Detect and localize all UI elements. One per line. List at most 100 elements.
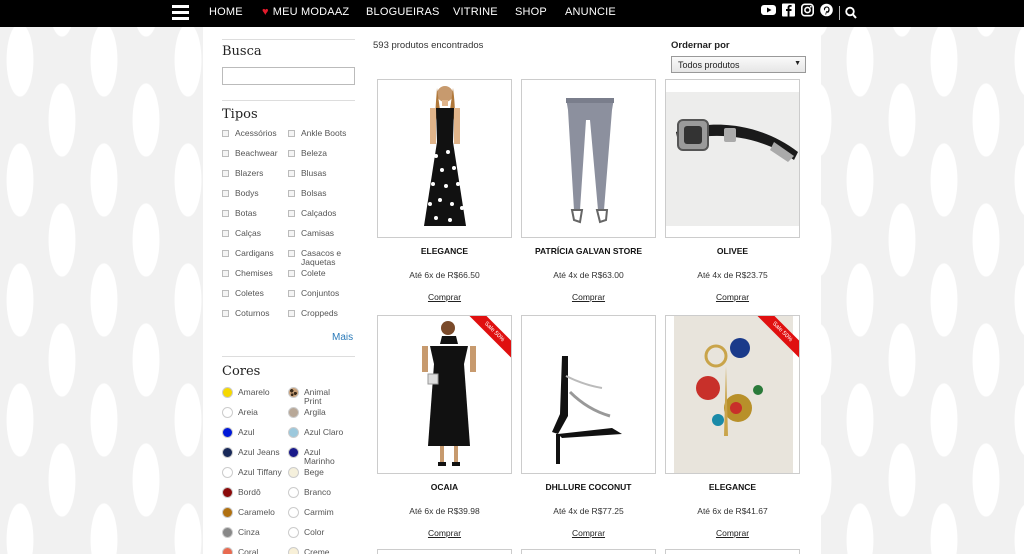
color-swatch[interactable] <box>222 467 233 478</box>
mais-link[interactable]: Mais <box>332 332 353 343</box>
color-swatch[interactable] <box>288 507 299 518</box>
checkbox[interactable] <box>288 190 295 197</box>
comprar-link[interactable]: Comprar <box>665 528 800 538</box>
nav-home[interactable]: HOME <box>209 6 243 18</box>
checkbox[interactable] <box>222 230 229 237</box>
tipo-label: Calças <box>235 228 261 238</box>
tipo-label: Croppeds <box>301 308 338 318</box>
color-label: Amarelo <box>238 387 270 397</box>
nav-vitrine[interactable]: VITRINE <box>453 6 498 18</box>
divider <box>222 356 355 357</box>
checkbox[interactable] <box>288 210 295 217</box>
product-image[interactable] <box>665 79 800 238</box>
product-image[interactable] <box>521 315 656 474</box>
product-image[interactable] <box>377 79 512 238</box>
color-label: Azul <box>238 427 255 437</box>
facebook-icon[interactable] <box>782 3 795 17</box>
color-label: Bege <box>304 467 324 477</box>
checkbox[interactable] <box>222 130 229 137</box>
color-swatch[interactable] <box>222 487 233 498</box>
sort-select[interactable]: Todos produtos ▼ <box>671 56 806 73</box>
checkbox[interactable] <box>222 150 229 157</box>
color-label: Areia <box>238 407 258 417</box>
checkbox[interactable] <box>288 270 295 277</box>
checkbox[interactable] <box>288 150 295 157</box>
color-label: Azul Marinho <box>304 447 335 466</box>
top-nav-bar: HOME ♥ MEU MODAAZ BLOGUEIRAS VITRINE SHOP… <box>0 0 1024 27</box>
comprar-link[interactable]: Comprar <box>377 292 512 302</box>
comprar-link[interactable]: Comprar <box>377 528 512 538</box>
product-image[interactable]: Sale 50% <box>665 315 800 474</box>
tipo-label: Casacos e Jaquetas <box>301 248 342 267</box>
tipo-label: Camisas <box>301 228 335 238</box>
nav-meu-modaaz-label: MEU MODAAZ <box>272 6 350 18</box>
product-brand[interactable]: ELEGANCE <box>665 482 800 492</box>
color-swatch[interactable] <box>288 427 299 438</box>
product-card-partial[interactable] <box>665 549 800 554</box>
comprar-link[interactable]: Comprar <box>665 292 800 302</box>
color-swatch[interactable] <box>288 467 299 478</box>
product-card-partial[interactable] <box>521 549 656 554</box>
color-swatch[interactable] <box>288 407 299 418</box>
product-price: Até 6x de R$41.67 <box>697 506 768 516</box>
color-swatch[interactable] <box>222 447 233 458</box>
color-label: Coral <box>238 547 259 554</box>
color-label: Azul Jeans <box>238 447 280 457</box>
comprar-link[interactable]: Comprar <box>521 528 656 538</box>
checkbox[interactable] <box>288 310 295 317</box>
pinterest-icon[interactable] <box>820 3 833 17</box>
checkbox[interactable] <box>222 170 229 177</box>
sort-value: Todos produtos <box>678 60 740 70</box>
color-swatch[interactable] <box>288 527 299 538</box>
color-swatch[interactable] <box>222 407 233 418</box>
color-swatch[interactable] <box>222 527 233 538</box>
checkbox[interactable] <box>222 270 229 277</box>
color-label: Argila <box>304 407 326 417</box>
product-image[interactable] <box>521 79 656 238</box>
checkbox[interactable] <box>222 290 229 297</box>
color-label: Azul Claro <box>304 427 344 437</box>
color-swatch[interactable] <box>288 487 299 498</box>
checkbox[interactable] <box>222 310 229 317</box>
comprar-link[interactable]: Comprar <box>521 292 656 302</box>
color-swatch[interactable] <box>288 387 299 398</box>
product-brand[interactable]: PATRÍCIA GALVAN STORE <box>521 246 656 256</box>
product-brand[interactable]: OLIVEE <box>665 246 800 256</box>
nav-anuncie[interactable]: ANUNCIE <box>565 6 616 18</box>
color-label: Azul Tiffany <box>238 467 282 477</box>
color-swatch[interactable] <box>222 507 233 518</box>
checkbox[interactable] <box>288 170 295 177</box>
divider <box>222 100 355 101</box>
product-card-partial[interactable] <box>377 549 512 554</box>
instagram-icon[interactable] <box>801 3 814 17</box>
youtube-icon[interactable] <box>761 3 776 17</box>
checkbox[interactable] <box>222 190 229 197</box>
search-icon[interactable] <box>845 6 857 20</box>
busca-input[interactable] <box>222 67 355 85</box>
nav-meu-modaaz[interactable]: ♥ MEU MODAAZ <box>262 6 349 18</box>
tipo-label: Coletes <box>235 288 264 298</box>
product-price: Até 4x de R$77.25 <box>553 506 624 516</box>
checkbox[interactable] <box>222 210 229 217</box>
nav-blogueiras[interactable]: BLOGUEIRAS <box>366 6 440 18</box>
color-label: Bordô <box>238 487 261 497</box>
color-swatch[interactable] <box>288 547 299 554</box>
results-count: 593 produtos encontrados <box>373 40 484 51</box>
product-brand[interactable]: OCAIA <box>377 482 512 492</box>
color-swatch[interactable] <box>222 547 233 554</box>
menu-icon[interactable] <box>172 5 189 21</box>
product-brand[interactable]: ELEGANCE <box>377 246 512 256</box>
checkbox[interactable] <box>288 290 295 297</box>
product-image[interactable]: Sale 50% <box>377 315 512 474</box>
checkbox[interactable] <box>288 130 295 137</box>
checkbox[interactable] <box>222 250 229 257</box>
product-brand[interactable]: DHLLURE COCONUT <box>521 482 656 492</box>
checkbox[interactable] <box>288 230 295 237</box>
color-swatch[interactable] <box>288 447 299 458</box>
checkbox[interactable] <box>288 250 295 257</box>
nav-shop[interactable]: SHOP <box>515 6 547 18</box>
color-swatch[interactable] <box>222 387 233 398</box>
tipo-label: Beachwear <box>235 148 278 158</box>
color-swatch[interactable] <box>222 427 233 438</box>
busca-title: Busca <box>222 44 262 59</box>
